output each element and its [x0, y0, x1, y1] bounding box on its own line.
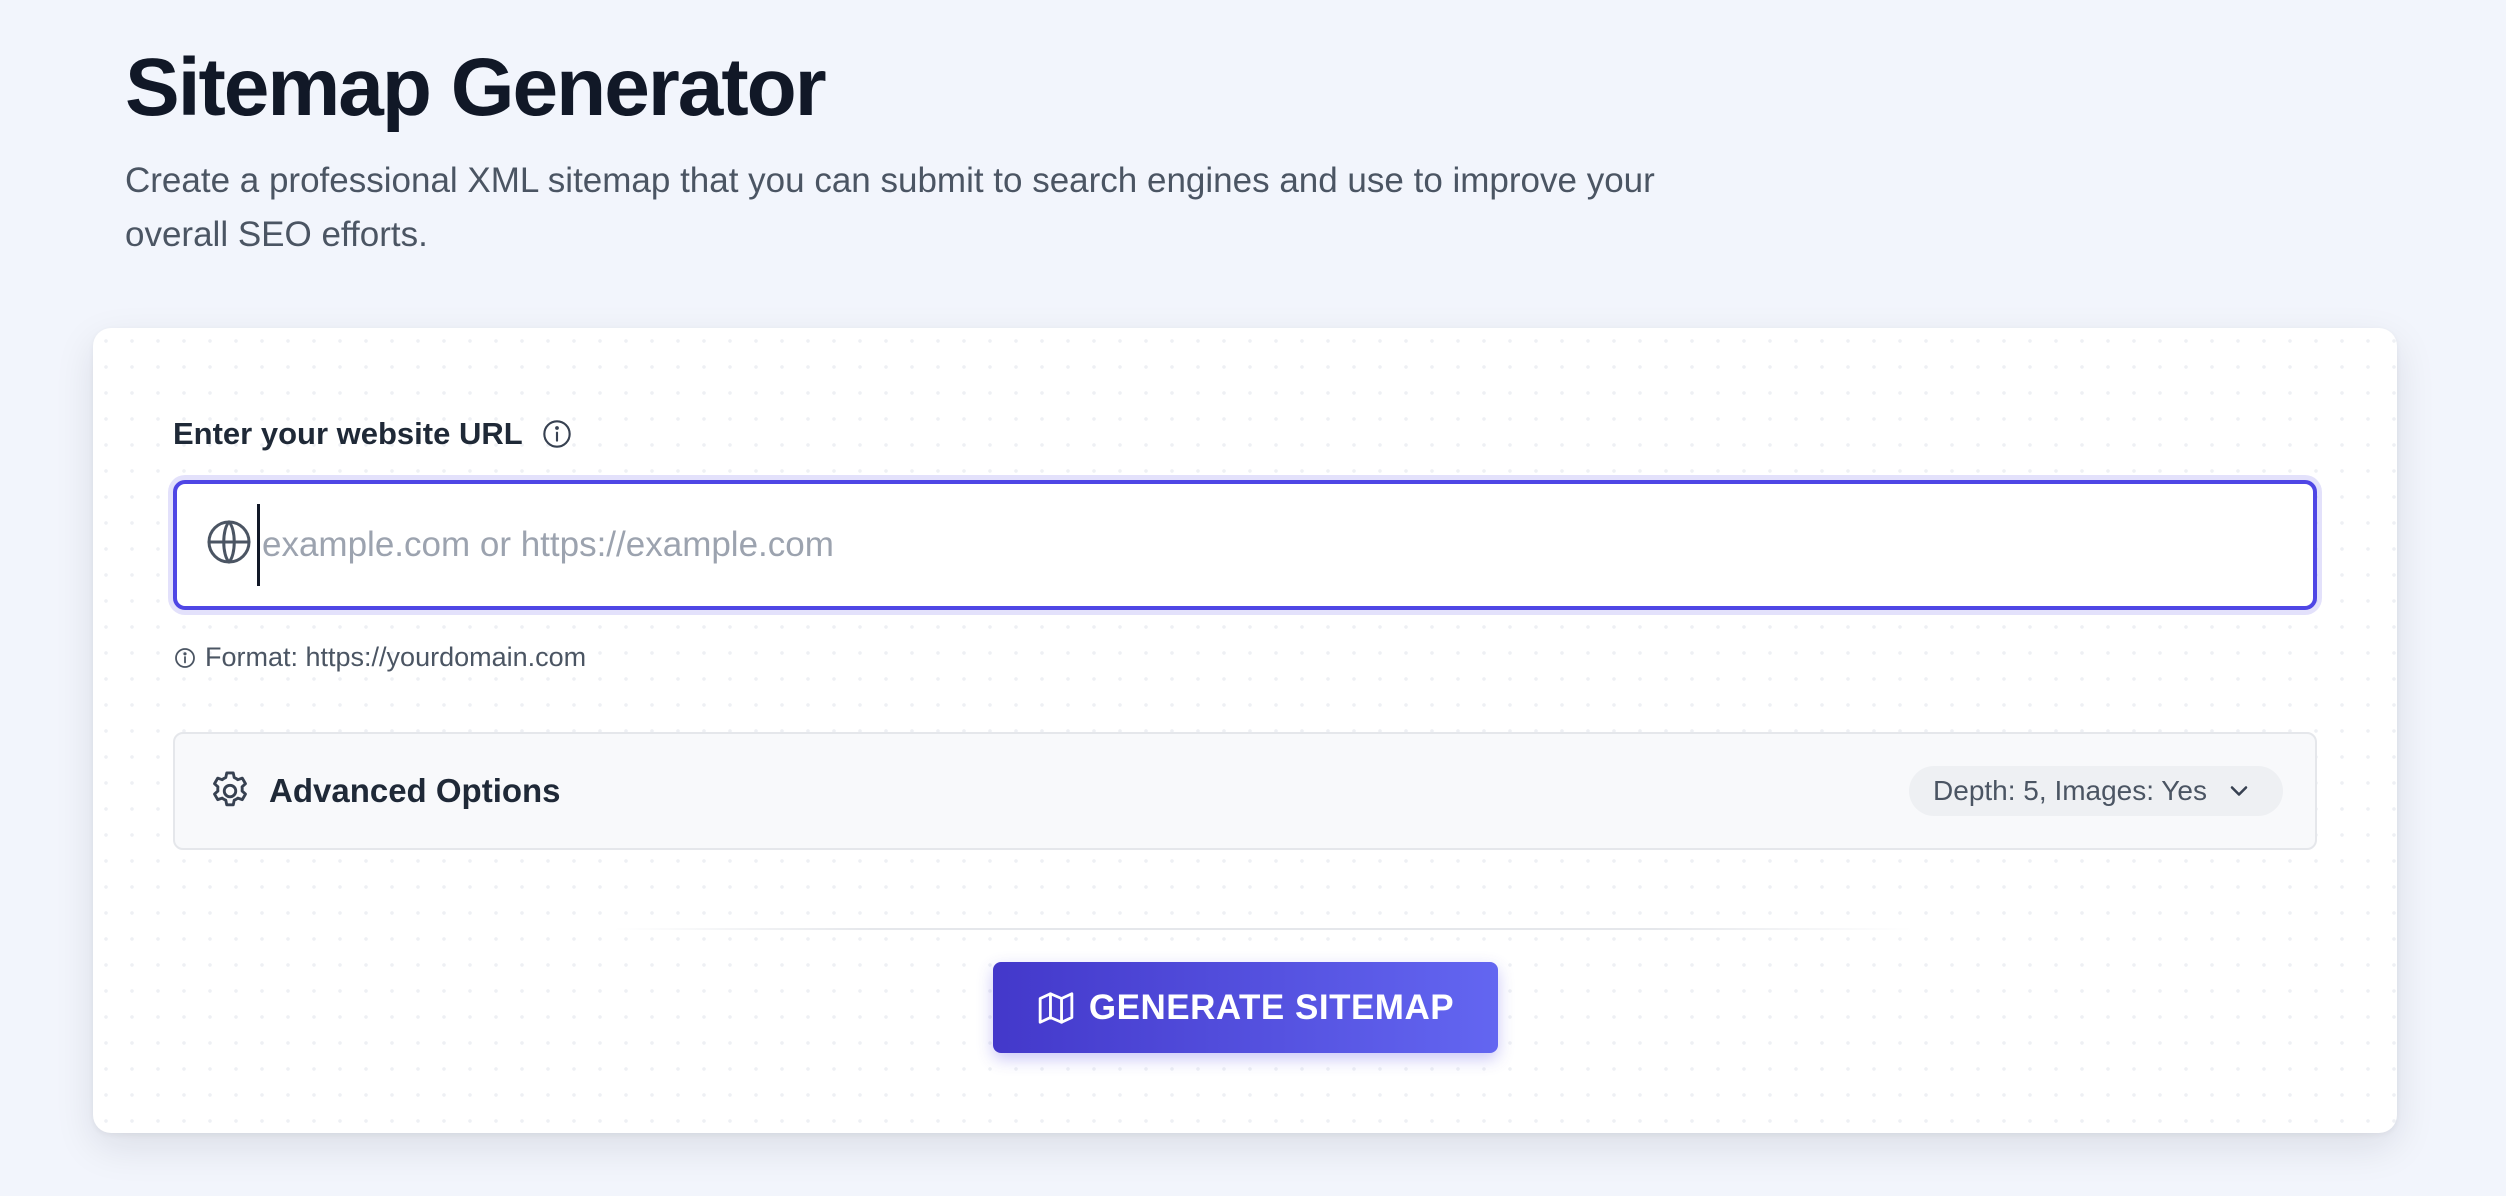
- info-icon: [173, 646, 197, 670]
- url-label-row: Enter your website URL: [173, 414, 573, 454]
- section-divider: [613, 928, 1913, 930]
- gear-icon: [207, 768, 253, 814]
- format-hint: Format: https://yourdomain.com: [173, 642, 586, 673]
- advanced-options-title: Advanced Options: [269, 772, 561, 809]
- map-icon: [1037, 989, 1075, 1027]
- globe-icon: [205, 518, 253, 566]
- advanced-options-header: Advanced Options: [207, 768, 561, 814]
- generator-card: Enter your website URL example.com or ht…: [93, 328, 2397, 1133]
- info-icon[interactable]: [541, 418, 573, 450]
- advanced-options-summary: Depth: 5, Images: Yes: [1909, 766, 2283, 816]
- url-input[interactable]: [257, 504, 2297, 586]
- chevron-down-icon: [2225, 777, 2253, 805]
- generate-sitemap-button[interactable]: GENERATE SITEMAP: [993, 962, 1498, 1053]
- generate-sitemap-label: GENERATE SITEMAP: [1088, 987, 1455, 1027]
- page-title: Sitemap Generator: [125, 42, 827, 133]
- url-label: Enter your website URL: [173, 416, 523, 451]
- url-input-container: [173, 480, 2317, 610]
- page-header: Sitemap Generator Create a professional …: [125, 40, 1725, 262]
- advanced-options-toggle[interactable]: Advanced Options Depth: 5, Images: Yes: [173, 732, 2317, 850]
- format-hint-text: Format: https://yourdomain.com: [205, 642, 587, 672]
- page-subtitle: Create a professional XML sitemap that y…: [125, 161, 1655, 254]
- advanced-options-summary-text: Depth: 5, Images: Yes: [1933, 775, 2207, 806]
